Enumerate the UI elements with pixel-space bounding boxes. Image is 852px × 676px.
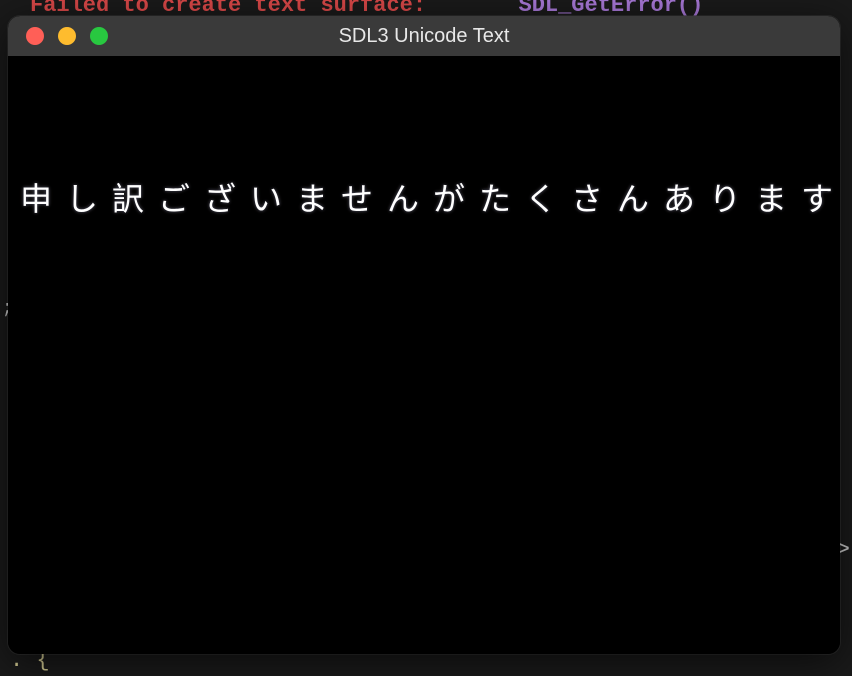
window-titlebar[interactable]: SDL3 Unicode Text — [8, 16, 840, 56]
rendered-unicode-text: 申し訳ございませんがたくさんあります。 — [20, 174, 840, 220]
minimize-button[interactable] — [58, 27, 76, 45]
window-content-area: 申し訳ございませんがたくさんあります。 — [8, 56, 840, 654]
close-button[interactable] — [26, 27, 44, 45]
window-title: SDL3 Unicode Text — [8, 25, 840, 48]
traffic-lights-group — [8, 27, 108, 45]
zoom-button[interactable] — [90, 27, 108, 45]
app-window: SDL3 Unicode Text 申し訳ございませんがたくさんあります。 — [8, 16, 840, 654]
